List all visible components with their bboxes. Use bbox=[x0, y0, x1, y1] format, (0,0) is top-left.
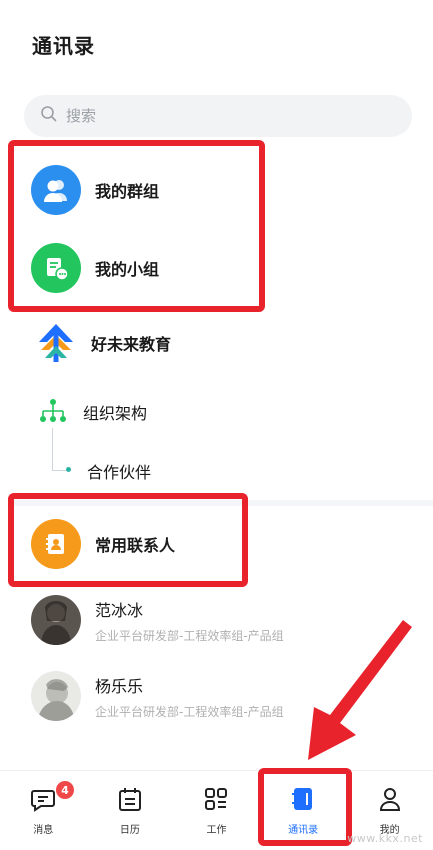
contact-department: 企业平台研发部-工程效率组-产品组 bbox=[95, 704, 284, 719]
partners-item[interactable]: 合作伙伴 bbox=[0, 459, 433, 483]
my-teams-label: 我的小组 bbox=[95, 260, 160, 279]
company-logo-icon bbox=[35, 322, 77, 364]
unread-badge: 4 bbox=[56, 781, 74, 799]
tab-calendar[interactable]: 日历 bbox=[87, 771, 174, 850]
team-icon bbox=[31, 243, 81, 293]
tab-messages[interactable]: 4 消息 bbox=[0, 771, 87, 850]
person-icon bbox=[376, 785, 404, 817]
frequent-contacts-item[interactable]: 常用联系人 bbox=[0, 519, 433, 569]
company-label: 好未来教育 bbox=[91, 335, 172, 354]
org-structure-label: 组织架构 bbox=[83, 404, 148, 423]
my-groups-label: 我的群组 bbox=[95, 182, 160, 201]
contacts-book-icon bbox=[289, 785, 317, 817]
avatar bbox=[31, 595, 81, 645]
frequent-contacts-label: 常用联系人 bbox=[95, 536, 176, 555]
tab-contacts[interactable]: 通讯录 bbox=[260, 771, 347, 850]
my-teams-item[interactable]: 我的小组 bbox=[0, 243, 433, 293]
partners-label: 合作伙伴 bbox=[87, 463, 152, 482]
my-groups-item[interactable]: 我的群组 bbox=[0, 165, 433, 215]
contact-name: 范冰冰 bbox=[95, 600, 144, 620]
tab-label: 工作 bbox=[206, 825, 227, 836]
org-structure-item[interactable]: 组织架构 bbox=[0, 396, 433, 428]
group-icon bbox=[31, 165, 81, 215]
contact-department: 企业平台研发部-工程效率组-产品组 bbox=[95, 628, 284, 643]
tab-label: 通讯录 bbox=[288, 825, 319, 836]
section-divider bbox=[8, 500, 433, 506]
calendar-icon bbox=[116, 785, 144, 817]
grid-icon bbox=[202, 785, 230, 817]
search-input[interactable] bbox=[64, 106, 388, 126]
tab-work[interactable]: 工作 bbox=[173, 771, 260, 850]
company-item[interactable]: 好未来教育 bbox=[0, 322, 433, 364]
search-icon bbox=[40, 105, 58, 127]
red-arrow-annotation bbox=[308, 620, 412, 760]
tab-label: 消息 bbox=[33, 825, 54, 836]
message-bubble-icon bbox=[29, 785, 57, 817]
avatar bbox=[31, 671, 81, 721]
search-bar[interactable] bbox=[24, 95, 412, 137]
page-title: 通讯录 bbox=[32, 34, 95, 58]
contact-book-icon bbox=[31, 519, 81, 569]
org-tree-icon bbox=[37, 396, 69, 428]
watermark: www.kkx.net bbox=[347, 832, 423, 845]
tab-label: 日历 bbox=[119, 825, 140, 836]
contact-name: 杨乐乐 bbox=[95, 676, 144, 696]
